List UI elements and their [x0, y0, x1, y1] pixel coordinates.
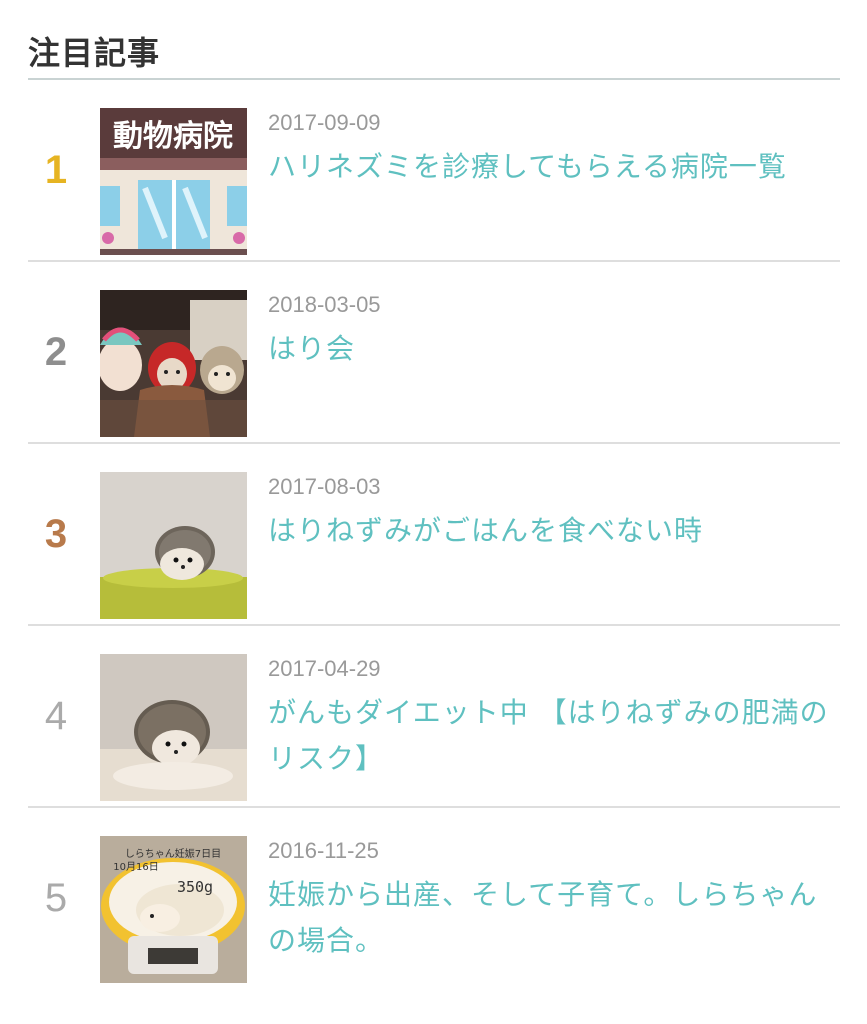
- article-date: 2017-04-29: [268, 656, 381, 681]
- photo-caption-date: 10月16日: [113, 861, 158, 873]
- article-thumbnail[interactable]: 動物病院: [100, 108, 247, 255]
- article-entry-4: 4 2017-04-29 がんもダイエット中 【はりねずみの肥満のリスク】: [28, 626, 840, 808]
- article-entry-1: 1 動物病院 2017-09-09 ハリネズミを診療してもらえる病院一覧: [28, 80, 840, 262]
- article-thumbnail[interactable]: [100, 290, 247, 437]
- rank-number: 1: [44, 147, 68, 192]
- article-thumbnail[interactable]: [100, 472, 247, 619]
- article-entry-2: 2 2018-03-05 はり会: [28, 262, 840, 444]
- article-entry-5: 5 しらちゃん妊娠7日目 10月16日 350g 2016-11-25 妊娠から…: [28, 808, 840, 988]
- photo-caption-text: しらちゃん妊娠7日目: [125, 847, 221, 860]
- article-title-link[interactable]: はりねずみがごはんを食べない時: [268, 508, 838, 554]
- hedgehog-on-scale-photo: しらちゃん妊娠7日目 10月16日 350g: [100, 836, 247, 983]
- article-date: 2016-11-25: [268, 838, 379, 863]
- widget-title: 注目記事: [28, 28, 840, 80]
- photo-caption-weight: 350g: [177, 878, 213, 896]
- hospital-sign-text: 動物病院: [113, 119, 233, 154]
- article-entry-3: 3 2017-08-03 はりねずみがごはんを食べない時: [28, 444, 840, 626]
- article-date: 2018-03-05: [268, 292, 381, 317]
- hedgehog-on-plate-photo: [100, 472, 247, 619]
- article-date: 2017-08-03: [268, 474, 381, 499]
- article-date: 2017-09-09: [268, 110, 381, 135]
- rank-number: 5: [44, 875, 68, 920]
- article-title-link[interactable]: がんもダイエット中 【はりねずみの肥満のリスク】: [268, 690, 838, 782]
- article-title-link[interactable]: ハリネズミを診療してもらえる病院一覧: [268, 144, 838, 190]
- article-thumbnail[interactable]: [100, 654, 247, 801]
- article-title-link[interactable]: 妊娠から出産、そして子育て。しらちゃんの場合。: [268, 872, 838, 964]
- hospital-building-image: 動物病院: [100, 108, 247, 255]
- hedgehog-party-photo: [100, 290, 247, 437]
- rank-number: 2: [44, 329, 68, 374]
- hedgehog-on-blanket-photo: [100, 654, 247, 801]
- article-title-link[interactable]: はり会: [268, 326, 838, 372]
- rank-number: 4: [44, 693, 68, 738]
- article-thumbnail[interactable]: しらちゃん妊娠7日目 10月16日 350g: [100, 836, 247, 983]
- rank-number: 3: [44, 511, 68, 556]
- featured-articles-widget: 注目記事 1 動物病院 2017-09-09 ハリネズミを診療してもらえる病院一…: [28, 28, 840, 988]
